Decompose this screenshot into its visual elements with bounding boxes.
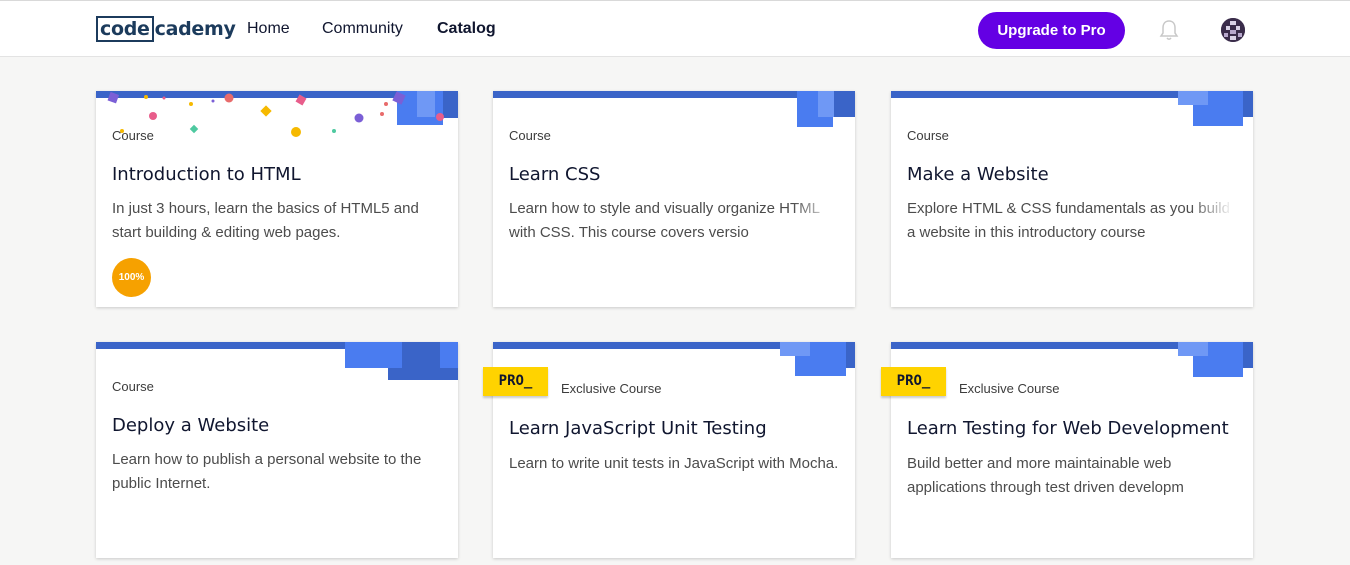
avatar-pattern-icon xyxy=(1221,18,1245,42)
course-card-deploy-website[interactable]: Course Deploy a Website Learn how to pub… xyxy=(96,342,458,558)
course-title[interactable]: Introduction to HTML xyxy=(112,164,301,185)
pro-badge: PRO_ xyxy=(881,367,946,396)
course-title[interactable]: Make a Website xyxy=(907,164,1049,185)
logo-cademy-text: cademy xyxy=(154,18,236,40)
course-description: Build better and more maintainable web a… xyxy=(907,455,1184,496)
course-card-testing-web-dev[interactable]: PRO_ Exclusive Course Learn Testing for … xyxy=(881,342,1253,558)
card-corner-shapes-icon xyxy=(780,342,855,376)
course-description: Learn to write unit tests in JavaScript … xyxy=(509,455,839,472)
course-card-intro-html[interactable]: Course Introduction to HTML In just 3 ho… xyxy=(96,91,458,307)
course-description: Learn how to style and visually organize… xyxy=(509,200,820,241)
course-card-learn-css[interactable]: Course Learn CSS Learn how to style and … xyxy=(493,91,855,307)
logo-code-box: code xyxy=(96,16,154,42)
course-title[interactable]: Learn Testing for Web Development xyxy=(907,418,1229,439)
card-corner-shapes-icon xyxy=(1178,342,1253,377)
nav-catalog[interactable]: Catalog xyxy=(437,20,496,38)
card-corner-shapes-icon xyxy=(797,91,855,127)
card-corner-shapes-icon xyxy=(345,342,458,380)
upgrade-to-pro-button[interactable]: Upgrade to Pro xyxy=(978,12,1125,49)
card-corner-shapes-icon xyxy=(1178,91,1253,126)
codecademy-logo[interactable]: code cademy xyxy=(96,15,236,43)
nav-community[interactable]: Community xyxy=(322,20,403,38)
course-card-js-unit-testing[interactable]: PRO_ Exclusive Course Learn JavaScript U… xyxy=(483,342,855,558)
pro-badge: PRO_ xyxy=(483,367,548,396)
nav-home[interactable]: Home xyxy=(247,20,290,38)
course-description: Learn how to publish a personal website … xyxy=(112,451,422,492)
course-card-make-website[interactable]: Course Make a Website Explore HTML & CSS… xyxy=(891,91,1253,307)
course-type-label: Course xyxy=(509,128,551,143)
user-avatar[interactable] xyxy=(1221,18,1245,42)
course-description: Explore HTML & CSS fundamentals as you b… xyxy=(907,200,1230,241)
bell-icon[interactable] xyxy=(1159,19,1179,41)
course-type-label: Course xyxy=(112,379,154,394)
card-corner-shapes-icon xyxy=(397,91,458,125)
course-type-label: Exclusive Course xyxy=(959,381,1060,396)
progress-badge: 100% xyxy=(112,258,151,297)
course-title[interactable]: Learn JavaScript Unit Testing xyxy=(509,418,767,439)
course-type-label: Course xyxy=(907,128,949,143)
course-type-label: Course xyxy=(112,128,154,143)
top-navbar: code cademy Home Community Catalog Upgrad… xyxy=(0,0,1350,57)
course-title[interactable]: Deploy a Website xyxy=(112,415,269,436)
course-title[interactable]: Learn CSS xyxy=(509,164,600,185)
course-description: In just 3 hours, learn the basics of HTM… xyxy=(112,200,419,241)
course-type-label: Exclusive Course xyxy=(561,381,662,396)
